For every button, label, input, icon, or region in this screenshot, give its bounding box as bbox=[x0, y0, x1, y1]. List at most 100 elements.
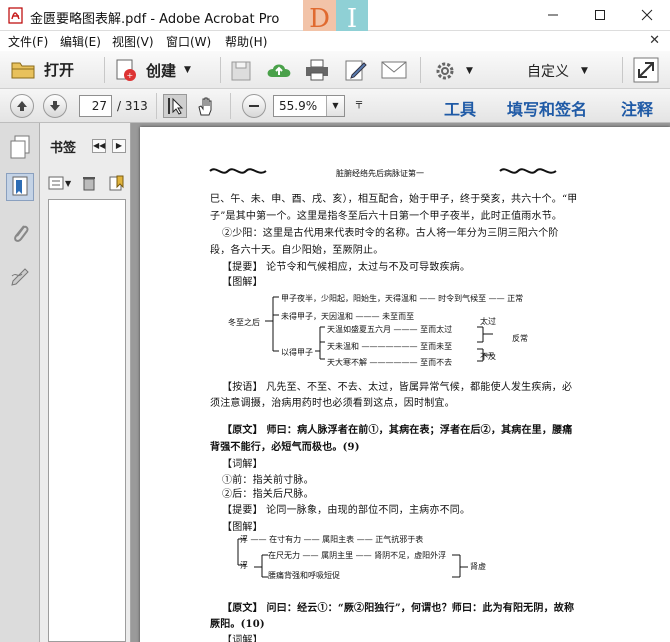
hand-icon bbox=[198, 97, 212, 116]
text-line: 【词解】 bbox=[222, 635, 263, 642]
select-tool-button[interactable] bbox=[163, 94, 187, 118]
bookmarks-list[interactable] bbox=[48, 199, 126, 642]
text-line: 子”是其中第一个。这里是指冬至后六十日第一个甲子夜半，此时正值雨水节。 bbox=[210, 211, 563, 222]
maximize-button[interactable] bbox=[587, 4, 613, 26]
text-line: ①前：指关前寸脉。 bbox=[222, 475, 314, 486]
text-line: 巳、午、未、申、酉、戌、亥），相互配合，始于甲子，终于癸亥，共六十个。“甲 bbox=[210, 194, 578, 205]
bookmarks-button[interactable] bbox=[6, 173, 34, 201]
save-icon bbox=[231, 61, 251, 81]
previous-page-button[interactable] bbox=[10, 94, 34, 118]
signatures-button[interactable] bbox=[6, 261, 34, 289]
fullscreen-button[interactable] bbox=[633, 57, 659, 83]
chevron-right-icon[interactable]: ▶ bbox=[112, 139, 126, 153]
hand-tool-button[interactable] bbox=[195, 95, 217, 117]
collapse-panel-icon[interactable]: ◀◀ bbox=[92, 139, 106, 153]
diagram-node: 在尺无力 —— 属阴主里 —— 肾阴不足，虚阳外浮 bbox=[268, 551, 447, 560]
next-page-button[interactable] bbox=[43, 94, 67, 118]
fill-sign-link[interactable]: 填写和签名 bbox=[507, 96, 587, 120]
text-line: 厥阳。(10) bbox=[210, 619, 265, 630]
comment-link[interactable]: 注释 bbox=[621, 96, 653, 120]
gear-icon bbox=[436, 62, 454, 80]
divider bbox=[156, 93, 157, 119]
customize-dropdown[interactable]: 自定义 ▼ bbox=[527, 61, 588, 81]
diagram-node: 浮 —— 在寸有力 —— 属阳主表 —— 正气抗邪于表 bbox=[240, 535, 424, 544]
diagram-node: 以得甲子 bbox=[281, 348, 313, 357]
signature-icon bbox=[11, 268, 29, 286]
print-button[interactable] bbox=[304, 59, 330, 81]
text-line: ②少阳：这里是古代用来代表时令的名称。古人将一年分为三阴三阳六个阶 bbox=[222, 228, 559, 239]
text-line: 【原文】 师曰：病人脉浮者在前①，其病在表；浮者在后②，其病在里，腰痛 bbox=[222, 425, 573, 436]
navigation-toolbar: 27 / 313 55.9% ▼ ╤ 工具 填写和签名 注释 bbox=[0, 89, 670, 123]
chevron-down-icon: ▼ bbox=[581, 66, 588, 76]
document-viewer[interactable]: 脏腑经络先后病脉证第一 巳、午、未、申、酉、戌、亥），相互配合，始于甲子，终于癸… bbox=[131, 123, 670, 642]
menu-file[interactable]: 文件(F) bbox=[8, 33, 48, 50]
settings-button[interactable]: ▼ bbox=[434, 60, 473, 82]
open-label: 打开 bbox=[44, 60, 75, 79]
create-label: 创建 bbox=[146, 61, 177, 80]
new-bookmark-button[interactable] bbox=[108, 173, 124, 193]
edit-document-icon bbox=[345, 60, 367, 81]
page-number-input[interactable]: 27 bbox=[79, 95, 112, 117]
text-line: 须注意调摄，治病用药时也必须看到这点，因时制宜。 bbox=[210, 398, 455, 409]
divider bbox=[420, 57, 421, 83]
expand-icon bbox=[633, 57, 659, 83]
create-pdf-icon: + bbox=[116, 59, 136, 81]
menu-edit[interactable]: 编辑(E) bbox=[60, 33, 101, 50]
diagram-node: 不及 bbox=[480, 352, 496, 361]
title-bar: 金匮要略图表解.pdf - Adobe Acrobat Pro D I bbox=[0, 0, 670, 38]
diagram-node: 肾虚 bbox=[470, 562, 486, 571]
text-line: 【词解】 bbox=[222, 459, 263, 470]
email-button[interactable] bbox=[381, 60, 407, 80]
chevron-down-icon: ▼ bbox=[184, 65, 191, 75]
text-line: 段，各六十天。自少阳始，至厥阴止。 bbox=[210, 245, 384, 256]
delete-bookmark-button[interactable] bbox=[82, 173, 96, 193]
chevron-down-icon: ▼ bbox=[466, 66, 473, 76]
text-line: ②后：指关后尺脉。 bbox=[222, 489, 314, 500]
navigation-pane bbox=[0, 123, 40, 642]
diagram-node: 天温如盛夏五六月 ——— 至而太过 bbox=[327, 325, 453, 334]
arrow-up-icon bbox=[17, 101, 27, 111]
diagram-node: 天未温和 ——————— 至而未至 bbox=[327, 342, 453, 351]
divider bbox=[104, 57, 105, 83]
trash-icon bbox=[83, 177, 95, 191]
page-thumbnails-button[interactable] bbox=[6, 133, 34, 161]
svg-text:+: + bbox=[127, 71, 134, 80]
upload-button[interactable] bbox=[266, 59, 292, 81]
save-button[interactable] bbox=[230, 60, 252, 82]
diagram-node: 反常 bbox=[512, 334, 528, 343]
bookmark-options-button[interactable]: ▼ bbox=[48, 173, 71, 193]
pages-icon bbox=[10, 135, 30, 159]
diagram-node: 太过 bbox=[480, 317, 496, 326]
diagram-node: 浮 bbox=[240, 561, 248, 570]
menu-window[interactable]: 窗口(W) bbox=[166, 33, 211, 50]
pdf-page: 脏腑经络先后病脉证第一 巳、午、未、申、酉、戌、亥），相互配合，始于甲子，终于癸… bbox=[140, 127, 670, 642]
chevron-down-icon: ▼ bbox=[326, 96, 344, 116]
running-header: 脏腑经络先后病脉证第一 bbox=[336, 169, 424, 178]
menu-view[interactable]: 视图(V) bbox=[112, 33, 154, 50]
minimize-button[interactable] bbox=[540, 4, 566, 26]
text-line: 背强不能行，必短气而极也。(9) bbox=[210, 442, 360, 453]
diagram-node: 腰痛背强和呼吸短促 bbox=[268, 571, 340, 580]
ornament-left bbox=[209, 168, 267, 174]
menu-bar: 文件(F) 编辑(E) 视图(V) 窗口(W) 帮助(H) ✕ bbox=[0, 31, 670, 51]
tools-link[interactable]: 工具 bbox=[444, 96, 476, 120]
minus-icon bbox=[249, 105, 259, 107]
divider bbox=[230, 93, 231, 119]
create-button[interactable]: + 创建 ▼ bbox=[114, 58, 191, 82]
close-document-icon[interactable]: ✕ bbox=[649, 33, 660, 48]
attachments-button[interactable] bbox=[6, 219, 34, 247]
main-toolbar: 打开 + 创建 ▼ ▼ 自定义 ▼ bbox=[0, 51, 670, 89]
zoom-select[interactable]: 55.9% ▼ bbox=[273, 95, 345, 117]
printer-icon bbox=[306, 59, 328, 81]
diagram-node: 天大寒不解 —————— 至而不去 bbox=[327, 358, 453, 367]
open-button[interactable]: 打开 bbox=[10, 58, 74, 80]
cloud-upload-icon bbox=[267, 64, 291, 77]
new-bookmark-icon bbox=[109, 175, 124, 191]
toolbar-more-icon[interactable]: ╤ bbox=[356, 98, 362, 109]
edit-button[interactable] bbox=[344, 59, 368, 81]
customize-label: 自定义 bbox=[527, 64, 569, 80]
zoom-out-button[interactable] bbox=[242, 94, 266, 118]
close-button[interactable] bbox=[634, 4, 660, 26]
page-total: / 313 bbox=[117, 99, 148, 113]
menu-help[interactable]: 帮助(H) bbox=[225, 33, 267, 50]
